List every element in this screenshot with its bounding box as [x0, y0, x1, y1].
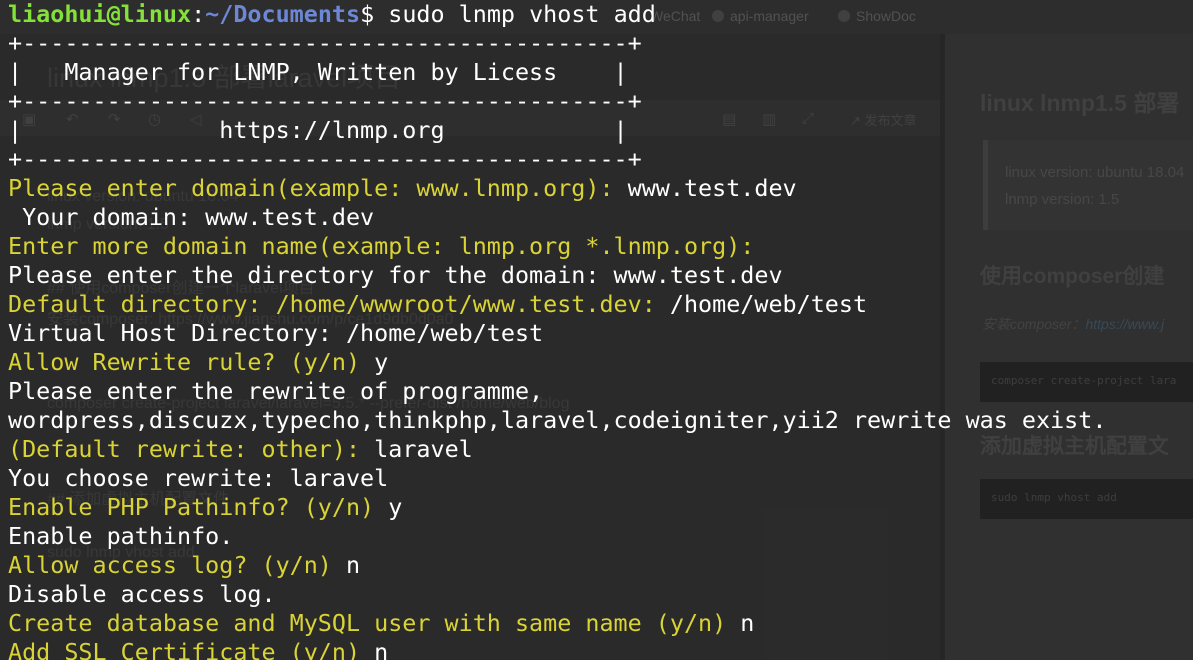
- terminal-line: Default directory: /home/wwwroot/www.tes…: [8, 290, 867, 319]
- question-text: (Default rewrite: other):: [8, 435, 375, 463]
- terminal-line: You choose rewrite: laravel: [8, 464, 388, 493]
- terminal-line: Enable PHP Pathinfo? (y/n) y: [8, 493, 402, 522]
- prompt-symbol: $: [360, 0, 389, 28]
- screen: WeChat api-manager ShowDoc linux lnmp1.5…: [0, 0, 1193, 660]
- prompt-separator: :: [191, 0, 206, 28]
- answer-text: /home/web/test: [669, 290, 868, 318]
- question-text: Enter more domain name(example: lnmp.org…: [8, 232, 755, 260]
- terminal-line: Please enter the rewrite of programme,: [8, 377, 543, 406]
- terminal-line: Allow Rewrite rule? (y/n) y: [8, 348, 388, 377]
- terminal-line: Enter more domain name(example: lnmp.org…: [8, 232, 754, 261]
- answer-text: wordpress,discuzx,typecho,thinkphp,larav…: [8, 406, 1107, 434]
- terminal-line: Allow access log? (y/n) n: [8, 551, 360, 580]
- terminal-line: Create database and MySQL user with same…: [8, 609, 754, 638]
- prompt-path: ~/Documents: [205, 0, 361, 28]
- answer-text: www.test.dev: [627, 174, 797, 202]
- terminal-line: Enable pathinfo.: [8, 522, 233, 551]
- answer-text: Virtual Host Directory: /home/web/test: [8, 319, 544, 347]
- answer-text: You choose rewrite: laravel: [8, 464, 389, 492]
- answer-text: n: [374, 638, 389, 660]
- answer-text: laravel: [374, 435, 473, 463]
- terminal-line: Add SSL Certificate (y/n) n: [8, 638, 388, 660]
- question-text: Allow Rewrite rule? (y/n): [8, 348, 375, 376]
- question-text: Create database and MySQL user with same…: [8, 609, 741, 637]
- question-text: Default directory: /home/wwwroot/www.tes…: [8, 290, 670, 318]
- terminal-prompt-line: liaohui@linux:~/Documents$ sudo lnmp vho…: [8, 0, 656, 29]
- question-text: Allow access log? (y/n): [8, 551, 346, 579]
- terminal-line: (Default rewrite: other): laravel: [8, 435, 473, 464]
- terminal-line: Disable access log.: [8, 580, 276, 609]
- terminal-line: Please enter domain(example: www.lnmp.or…: [8, 174, 797, 203]
- banner-border: +---------------------------------------…: [8, 87, 642, 115]
- answer-text: Disable access log.: [8, 580, 276, 608]
- banner-border: +---------------------------------------…: [8, 29, 642, 57]
- banner-border: +---------------------------------------…: [8, 145, 642, 173]
- terminal-line: Virtual Host Directory: /home/web/test: [8, 319, 543, 348]
- answer-text: y: [388, 493, 403, 521]
- answer-text: Please enter the rewrite of programme,: [8, 377, 544, 405]
- prompt-user-host: liaohui@linux: [8, 0, 192, 28]
- banner-url: | https://lnmp.org |: [8, 116, 628, 144]
- answer-text: n: [740, 609, 755, 637]
- banner-title: | Manager for LNMP, Written by Licess |: [8, 58, 628, 86]
- answer-text: Your domain: www.test.dev: [8, 203, 375, 231]
- question-text: Add SSL Certificate (y/n): [8, 638, 375, 660]
- answer-text: Please enter the directory for the domai…: [8, 261, 783, 289]
- answer-text: n: [345, 551, 361, 579]
- terminal-line: Your domain: www.test.dev: [8, 203, 374, 232]
- prompt-command: sudo lnmp vhost add: [388, 0, 656, 28]
- question-text: Enable PHP Pathinfo? (y/n): [8, 493, 389, 521]
- answer-text: y: [374, 348, 389, 376]
- terminal-window[interactable]: liaohui@linux:~/Documents$ sudo lnmp vho…: [0, 0, 1193, 660]
- question-text: Please enter domain(example: www.lnmp.or…: [8, 174, 628, 202]
- terminal-line: Please enter the directory for the domai…: [8, 261, 783, 290]
- answer-text: Enable pathinfo.: [8, 522, 234, 550]
- terminal-line: wordpress,discuzx,typecho,thinkphp,larav…: [8, 406, 1106, 435]
